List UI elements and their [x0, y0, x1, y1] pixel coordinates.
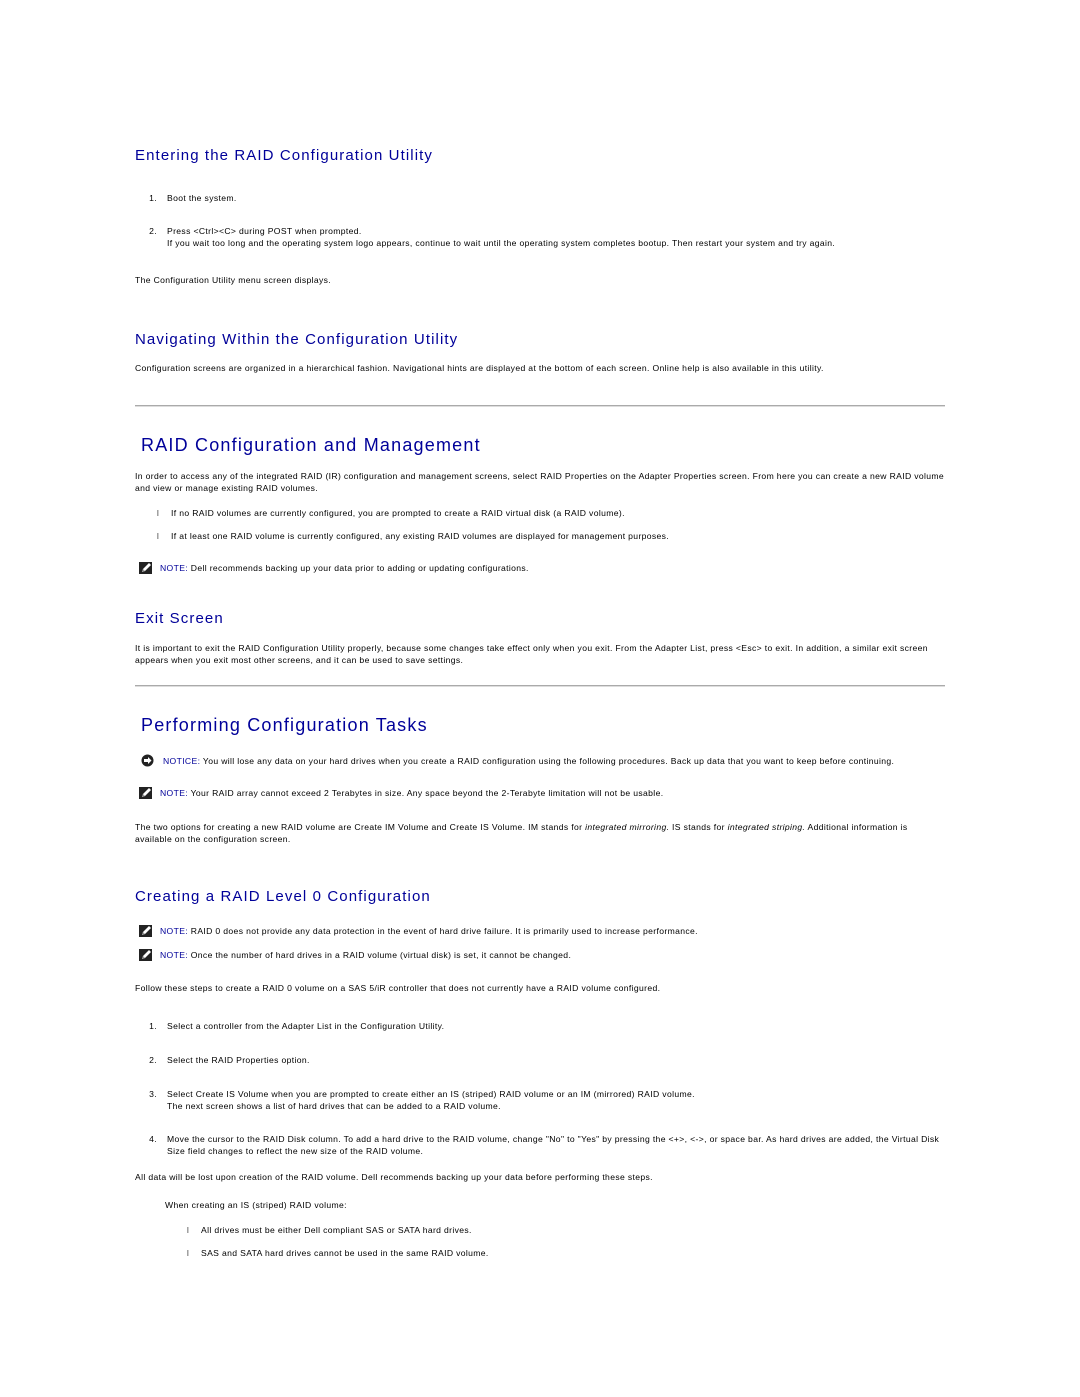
bullet-icon: l	[157, 532, 160, 541]
paragraph: The two options for creating a new RAID …	[135, 822, 947, 845]
heading-raid0-config: Creating a RAID Level 0 Configuration	[135, 888, 431, 905]
paragraph: All data will be lost upon creation of t…	[135, 1172, 653, 1182]
step-number: 4.	[149, 1134, 157, 1144]
step-number: 3.	[149, 1089, 157, 1099]
heading-performing-tasks: Performing Configuration Tasks	[141, 715, 428, 735]
step-detail: The next screen shows a list of hard dri…	[167, 1100, 501, 1111]
list-item: l If at least one RAID volume is current…	[157, 531, 947, 543]
note-text: NOTE: Your RAID array cannot exceed 2 Te…	[160, 788, 950, 800]
bullet-icon: l	[157, 509, 160, 518]
heading-exit-screen: Exit Screen	[135, 610, 224, 627]
note-label: NOTE:	[160, 563, 189, 573]
bullet-icon: l	[187, 1249, 190, 1258]
text-span: IS stands for	[669, 822, 728, 832]
list-item: 4. Move the cursor to the RAID Disk colu…	[135, 1134, 945, 1158]
paragraph: In order to access any of the integrated…	[135, 471, 945, 493]
emphasis-term: integrated striping.	[727, 822, 806, 832]
text-span: The two options for creating a new RAID …	[135, 822, 586, 832]
heading-entering-raid-utility: Entering the RAID Configuration Utility	[135, 147, 434, 164]
bullet-text: If no RAID volumes are currently configu…	[171, 508, 625, 518]
paragraph: It is important to exit the RAID Configu…	[135, 643, 928, 665]
note-text: NOTE: RAID 0 does not provide any data p…	[160, 926, 950, 938]
note-callout: NOTE: RAID 0 does not provide any data p…	[139, 925, 945, 940]
list-item: 2. Press <Ctrl><C> during POST when prom…	[135, 226, 945, 262]
note-text: NOTE: Once the number of hard drives in …	[160, 950, 950, 962]
notice-callout: NOTICE: You will lose any data on your h…	[141, 754, 947, 780]
heading-raid-config-management: RAID Configuration and Management	[141, 435, 481, 455]
note-pencil-icon	[139, 949, 152, 961]
emphasis-term: integrated mirroring.	[585, 822, 670, 832]
step-text: Boot the system.	[167, 193, 237, 203]
paragraph: Configuration screens are organized in a…	[135, 363, 824, 373]
step-number: 1.	[149, 193, 157, 203]
heading-navigating: Navigating Within the Configuration Util…	[135, 331, 459, 348]
note-body: Dell recommends backing up your data pri…	[190, 563, 529, 573]
step-number: 2.	[149, 226, 157, 236]
step-text: Select the RAID Properties option.	[167, 1055, 310, 1065]
step-text: Select a controller from the Adapter Lis…	[167, 1021, 445, 1031]
list-item: 1. Boot the system.	[135, 193, 945, 205]
note-body: RAID 0 does not provide any data protect…	[190, 926, 698, 936]
horizontal-rule	[135, 685, 945, 687]
notice-arrow-icon	[141, 754, 154, 767]
paragraph: Follow these steps to create a RAID 0 vo…	[135, 983, 661, 993]
note-body: Your RAID array cannot exceed 2 Terabyte…	[190, 788, 664, 798]
note-pencil-icon	[139, 562, 152, 574]
note-text: NOTE: Dell recommends backing up your da…	[160, 563, 950, 575]
step-text: Select Create IS Volume when you are pro…	[167, 1089, 695, 1099]
bullet-text: SAS and SATA hard drives cannot be used …	[201, 1248, 489, 1258]
step-detail: If you wait too long and the operating s…	[167, 237, 836, 248]
notice-label: NOTICE:	[163, 756, 201, 766]
step-number: 2.	[149, 1055, 157, 1065]
note-callout: NOTE: Once the number of hard drives in …	[139, 949, 945, 964]
notice-body: You will lose any data on your hard driv…	[202, 756, 895, 766]
step-number: 1.	[149, 1021, 157, 1031]
note-body: Once the number of hard drives in a RAID…	[190, 950, 572, 960]
paragraph: When creating an IS (striped) RAID volum…	[165, 1200, 347, 1210]
note-callout: NOTE: Dell recommends backing up your da…	[139, 562, 945, 577]
step-text: Move the cursor to the RAID Disk column.…	[167, 1134, 940, 1156]
note-pencil-icon	[139, 787, 152, 799]
note-label: NOTE:	[160, 950, 189, 960]
paragraph: The Configuration Utility menu screen di…	[135, 275, 332, 285]
bullet-text: If at least one RAID volume is currently…	[171, 531, 670, 541]
horizontal-rule	[135, 405, 945, 407]
note-label: NOTE:	[160, 926, 189, 936]
note-pencil-icon	[139, 925, 152, 937]
list-item: 2. Select the RAID Properties option.	[135, 1055, 945, 1067]
list-item: 1. Select a controller from the Adapter …	[135, 1021, 945, 1033]
notice-text: NOTICE: You will lose any data on your h…	[163, 756, 938, 768]
bullet-text: All drives must be either Dell compliant…	[201, 1225, 472, 1235]
list-item: l All drives must be either Dell complia…	[187, 1225, 947, 1237]
step-text: Press <Ctrl><C> during POST when prompte…	[167, 226, 362, 236]
note-label: NOTE:	[160, 788, 189, 798]
list-item: l If no RAID volumes are currently confi…	[157, 508, 947, 520]
note-callout: NOTE: Your RAID array cannot exceed 2 Te…	[139, 787, 945, 802]
list-item: l SAS and SATA hard drives cannot be use…	[187, 1248, 947, 1260]
list-item: 3. Select Create IS Volume when you are …	[135, 1089, 945, 1113]
bullet-icon: l	[187, 1226, 190, 1235]
